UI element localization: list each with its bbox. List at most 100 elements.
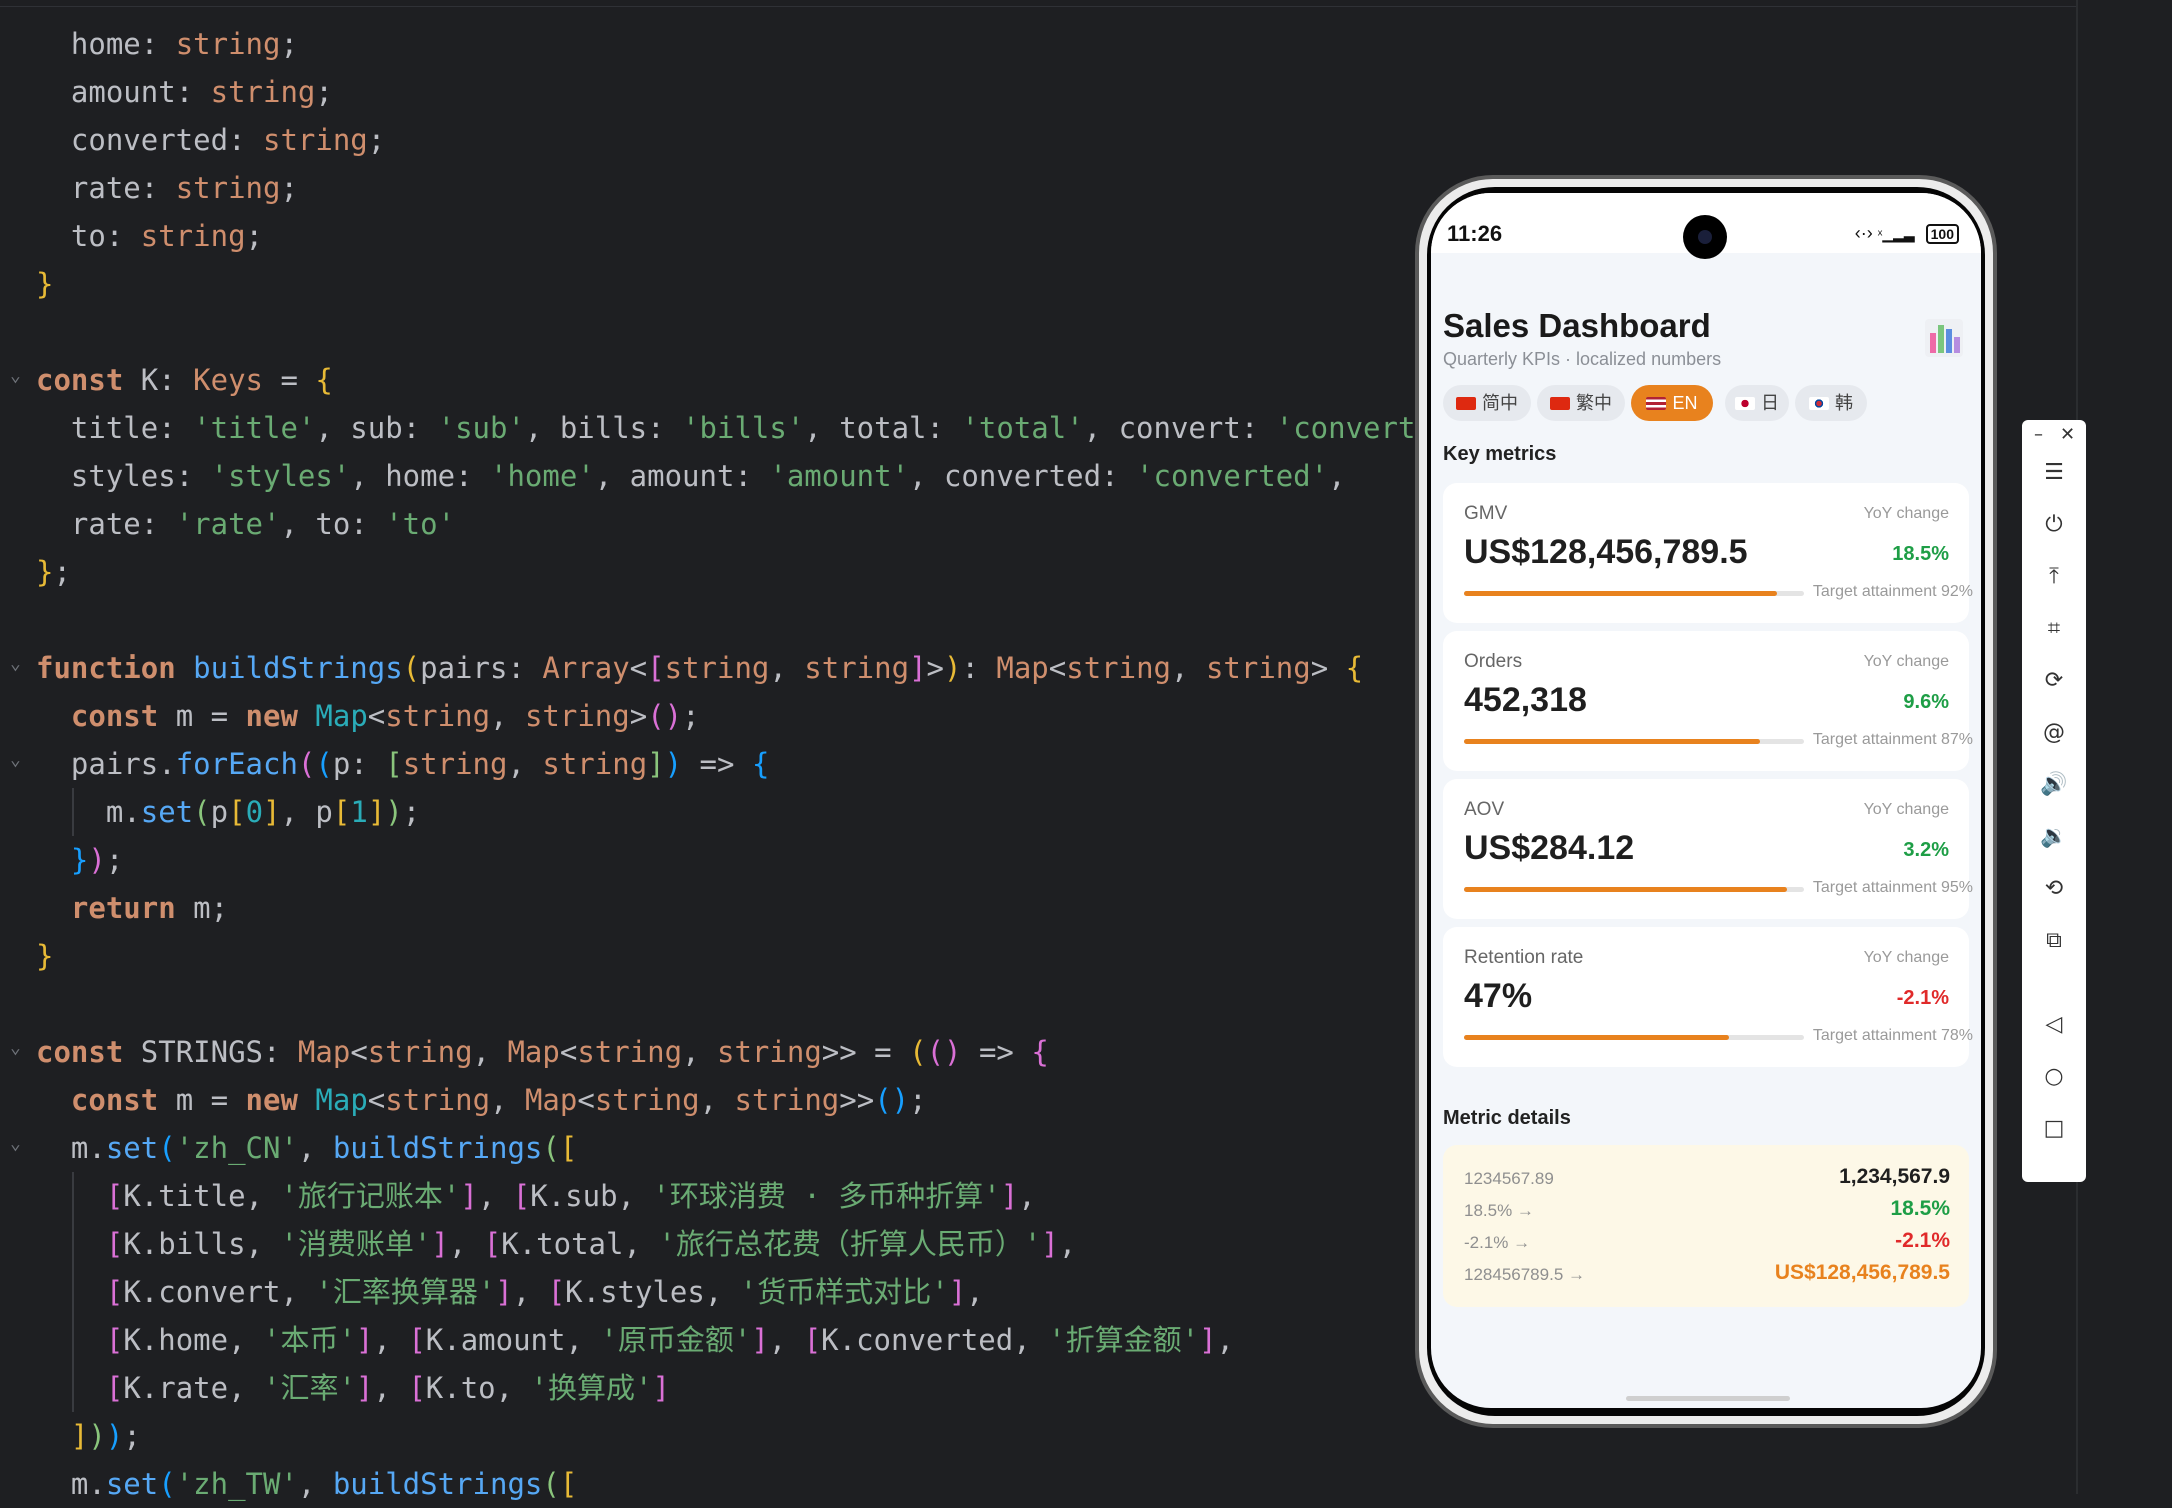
code-line[interactable]: m.set('zh_TW', buildStrings([ (36, 1460, 577, 1508)
detail-raw-value: 18.5% → (1464, 1201, 1534, 1220)
fold-chevron-icon[interactable]: ⌄ (10, 1134, 30, 1154)
language-chip-label: 简中 (1482, 393, 1518, 413)
code-line[interactable]: const m = new Map<string, Map<string, st… (36, 1076, 927, 1124)
minimize-button[interactable]: – (2034, 424, 2043, 445)
battery-icon: 100 (1925, 224, 1959, 244)
code-line[interactable]: amount: string; (36, 68, 333, 116)
detail-row: -2.1% → -2.1% (1464, 1229, 1950, 1259)
status-icons: ‹·› ˣ▁▂▃ 100 (1855, 223, 1959, 244)
language-chip-hk[interactable]: 繁中 (1537, 385, 1625, 421)
front-camera-icon (1683, 215, 1727, 259)
home-icon[interactable]: ○ (2022, 1064, 2086, 1089)
detail-formatted-value: -2.1% (1895, 1229, 1950, 1252)
code-line[interactable]: [K.title, '旅行记账本'], [K.sub, '环球消费 · 多币种折… (36, 1172, 1036, 1220)
indent-guide (72, 1172, 74, 1412)
target-attainment-label: Target attainment 92% (1812, 583, 1973, 600)
code-line[interactable]: [K.home, '本币'], [K.amount, '原币金额'], [K.c… (36, 1316, 1234, 1364)
language-chip-kr[interactable]: 韩 (1795, 385, 1867, 421)
editor-top-divider (0, 6, 2077, 7)
code-line[interactable]: const K: Keys = { (36, 356, 333, 404)
code-line[interactable]: [K.bills, '消费账单'], [K.total, '旅行总花费（折算人民… (36, 1220, 1076, 1268)
metric-value: 47% (1464, 977, 1533, 1015)
power-icon[interactable]: ⏻ (2022, 512, 2086, 537)
target-progress-fill (1464, 739, 1760, 744)
detail-raw-value: -2.1% → (1464, 1233, 1531, 1252)
metric-label: Retention rate (1464, 947, 1584, 968)
fold-chevron-icon[interactable]: ⌄ (10, 1038, 30, 1058)
recents-icon[interactable]: □ (2022, 1116, 2086, 1141)
code-line[interactable]: to: string; (36, 212, 263, 260)
code-line[interactable]: m.set('zh_CN', buildStrings([ (36, 1124, 577, 1172)
indent-guide (72, 788, 74, 836)
metric-label: GMV (1464, 503, 1508, 524)
code-line[interactable]: ])); (36, 1412, 141, 1460)
code-line[interactable]: pairs.forEach((p: [string, string]) => { (36, 740, 770, 788)
code-line[interactable]: styles: 'styles', home: 'home', amount: … (36, 452, 1346, 500)
code-line[interactable]: rate: 'rate', to: 'to' (36, 500, 455, 548)
code-line[interactable]: }; (36, 548, 71, 596)
yoy-change: 9.6% (1903, 691, 1949, 713)
multi-window-icon[interactable]: ⧉ (2022, 928, 2086, 953)
metric-card[interactable]: Retention rate YoY change 47% -2.1% Target a… (1443, 927, 1973, 1067)
metric-card[interactable]: AOV YoY change US$284.12 3.2% Target attainm… (1443, 779, 1973, 919)
volume-down-icon[interactable]: 🔉 (2022, 824, 2086, 849)
code-line[interactable]: } (36, 932, 53, 980)
language-chip-us[interactable]: EN (1631, 385, 1713, 421)
at-icon[interactable]: @ (2022, 720, 2086, 745)
target-progress-bar (1464, 591, 1804, 596)
code-line[interactable]: rate: string; (36, 164, 298, 212)
rotate-icon[interactable]: ⟳ (2022, 668, 2086, 693)
fold-chevron-icon[interactable]: ⌄ (10, 750, 30, 770)
detail-formatted-value: US$128,456,789.5 (1774, 1261, 1950, 1284)
pin-top-icon[interactable]: ⤒ (2022, 564, 2086, 589)
yoy-change: -2.1% (1896, 987, 1949, 1009)
code-line[interactable]: const STRINGS: Map<string, Map<string, s… (36, 1028, 1049, 1076)
crop-icon[interactable]: ⌗ (2022, 616, 2086, 641)
page-title: Sales Dashboard (1443, 307, 1711, 344)
yoy-change: 18.5% (1892, 543, 1949, 565)
code-line[interactable]: [K.convert, '汇率换算器'], [K.styles, '货币样式对比… (36, 1268, 984, 1316)
flag-us-icon (1646, 397, 1667, 410)
emulator-toolbar: – ✕ ☰ ⏻ ⤒ ⌗ ⟳ @ 🔊 🔉 ⟲ ⧉ ◁ ○ □ (2022, 420, 2086, 1182)
detail-row: 1234567.89 1,234,567.9 (1464, 1165, 1950, 1195)
metric-card[interactable]: GMV YoY change US$128,456,789.5 18.5% Target… (1443, 483, 1973, 623)
screen-rotate-icon[interactable]: ⟲ (2022, 876, 2086, 901)
code-line[interactable]: } (36, 260, 53, 308)
target-attainment-label: Target attainment 78% (1812, 1027, 1973, 1044)
code-line[interactable]: const m = new Map<string, string>(); (36, 692, 700, 740)
back-icon[interactable]: ◁ (2022, 1012, 2086, 1037)
menu-icon[interactable]: ☰ (2022, 460, 2086, 485)
target-attainment-label: Target attainment 87% (1812, 731, 1973, 748)
target-progress-bar (1464, 887, 1804, 892)
metric-card[interactable]: Orders YoY change 452,318 9.6% Target attain… (1443, 631, 1973, 771)
fold-chevron-icon[interactable]: ⌄ (10, 366, 30, 386)
detail-raw-value: 1234567.89 (1464, 1169, 1554, 1188)
code-line[interactable]: return m; (36, 884, 228, 932)
code-line[interactable]: title: 'title', sub: 'sub', bills: 'bill… (36, 404, 1450, 452)
code-line[interactable]: function buildStrings(pairs: Array<[stri… (36, 644, 1363, 692)
status-bar: 11:26 ‹·› ˣ▁▂▃ 100 (1431, 193, 1981, 259)
code-line[interactable]: [K.rate, '汇率'], [K.to, '换算成'] (36, 1364, 670, 1412)
fold-chevron-icon[interactable]: ⌄ (10, 654, 30, 674)
gesture-home-bar[interactable] (1626, 1396, 1790, 1401)
close-button[interactable]: ✕ (2060, 424, 2075, 445)
page-subtitle: Quarterly KPIs · localized numbers (1443, 349, 1722, 369)
target-progress-bar (1464, 1035, 1804, 1040)
target-progress-bar (1464, 739, 1804, 744)
code-line[interactable]: }); (36, 836, 123, 884)
detail-formatted-value: 1,234,567.9 (1839, 1165, 1950, 1188)
editor-side-strip (2078, 0, 2172, 1494)
detail-formatted-value: 18.5% (1890, 1197, 1950, 1220)
language-chip-jp[interactable]: 日 (1725, 385, 1789, 421)
volume-up-icon[interactable]: 🔊 (2022, 772, 2086, 797)
code-line[interactable]: home: string; (36, 20, 298, 68)
language-chip-label: 韩 (1835, 393, 1853, 413)
phone-screen[interactable]: 11:26 ‹·› ˣ▁▂▃ 100 Sales Dashboard Quart… (1431, 193, 1981, 1408)
flag-cn-icon (1456, 397, 1476, 410)
metric-value: 452,318 (1464, 681, 1587, 719)
code-line[interactable]: converted: string; (36, 116, 385, 164)
detail-row: 128456789.5 → US$128,456,789.5 (1464, 1261, 1950, 1291)
code-line[interactable]: m.set(p[0], p[1]); (36, 788, 420, 836)
language-chip-cn[interactable]: 简中 (1443, 385, 1531, 421)
language-chip-label: 繁中 (1576, 393, 1612, 413)
